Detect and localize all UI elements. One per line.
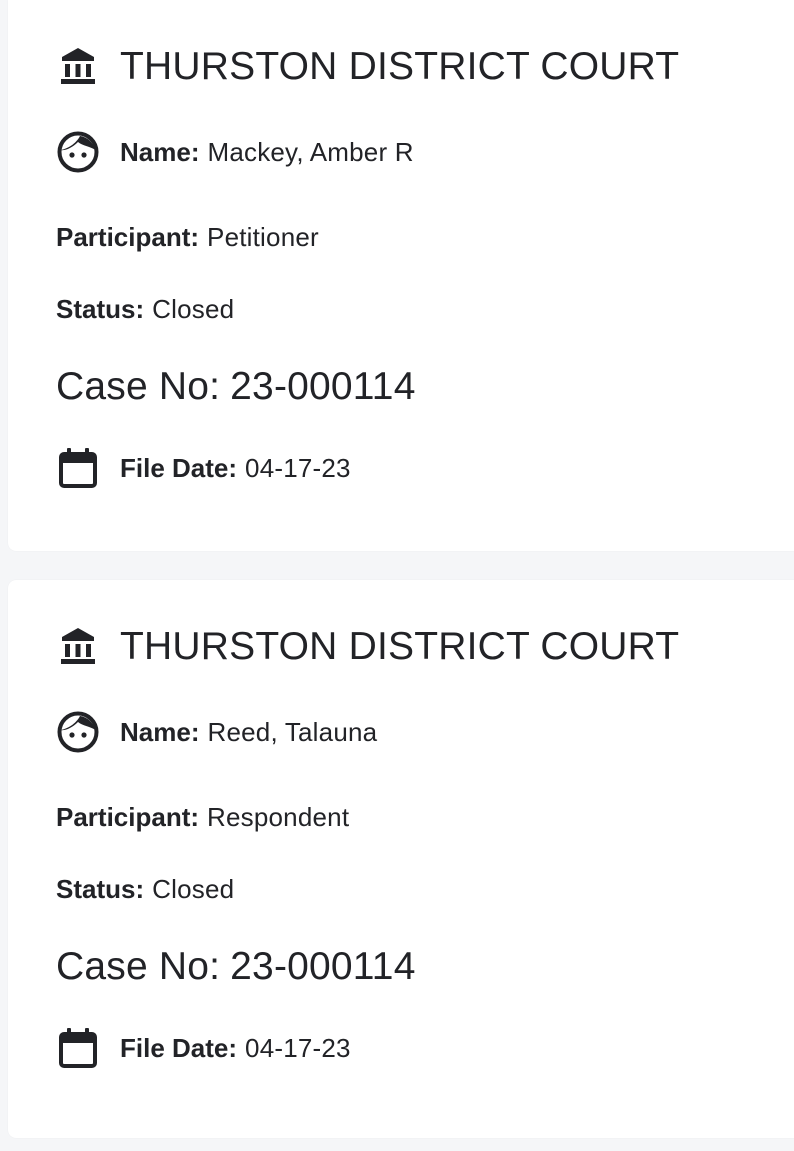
name-value: Reed, Talauna: [207, 716, 378, 747]
status-label: Status:: [56, 873, 145, 904]
face-icon: [56, 710, 100, 754]
case-number-label: Case No:: [56, 945, 221, 988]
status-row: Status: Closed: [56, 292, 234, 326]
participant-value: Respondent: [207, 801, 350, 832]
court-row: THURSTON DISTRICT COURT: [56, 40, 679, 92]
status-label: Status:: [56, 293, 145, 324]
status-value: Closed: [152, 873, 235, 904]
case-result-card[interactable]: THURSTON DISTRICT COURT Name: Reed, Tala…: [8, 580, 794, 1138]
case-number-value[interactable]: 23-000114: [230, 365, 415, 409]
court-name: THURSTON DISTRICT COURT: [120, 624, 680, 668]
case-number-row: Case No: 23-000114: [56, 942, 416, 992]
file-date-value: 04-17-23: [245, 452, 351, 483]
status-row: Status: Closed: [56, 872, 234, 906]
file-date-label: File Date:: [120, 1032, 238, 1063]
case-number-value[interactable]: 23-000114: [230, 945, 415, 989]
participant-row: Participant: Respondent: [56, 800, 349, 834]
file-date-label: File Date:: [120, 452, 238, 483]
name-value: Mackey, Amber R: [207, 136, 414, 167]
calendar-icon: [56, 1026, 100, 1070]
calendar-icon: [56, 446, 100, 490]
court-name: THURSTON DISTRICT COURT: [120, 44, 680, 88]
name-label: Name:: [120, 136, 200, 167]
file-date-row: File Date: 04-17-23: [56, 444, 351, 492]
participant-row: Participant: Petitioner: [56, 220, 319, 254]
case-number-label: Case No:: [56, 365, 221, 408]
face-icon: [56, 130, 100, 174]
courthouse-icon: [56, 624, 100, 668]
case-result-card[interactable]: THURSTON DISTRICT COURT Name: Mackey, Am…: [8, 0, 794, 551]
court-row: THURSTON DISTRICT COURT: [56, 620, 679, 672]
name-label: Name:: [120, 716, 200, 747]
name-row: Name: Mackey, Amber R: [56, 128, 414, 176]
file-date-row: File Date: 04-17-23: [56, 1024, 351, 1072]
case-number-row: Case No: 23-000114: [56, 362, 416, 412]
participant-label: Participant:: [56, 801, 200, 832]
status-value: Closed: [152, 293, 235, 324]
participant-label: Participant:: [56, 221, 200, 252]
name-row: Name: Reed, Talauna: [56, 708, 377, 756]
file-date-value: 04-17-23: [245, 1032, 351, 1063]
participant-value: Petitioner: [207, 221, 319, 252]
courthouse-icon: [56, 44, 100, 88]
